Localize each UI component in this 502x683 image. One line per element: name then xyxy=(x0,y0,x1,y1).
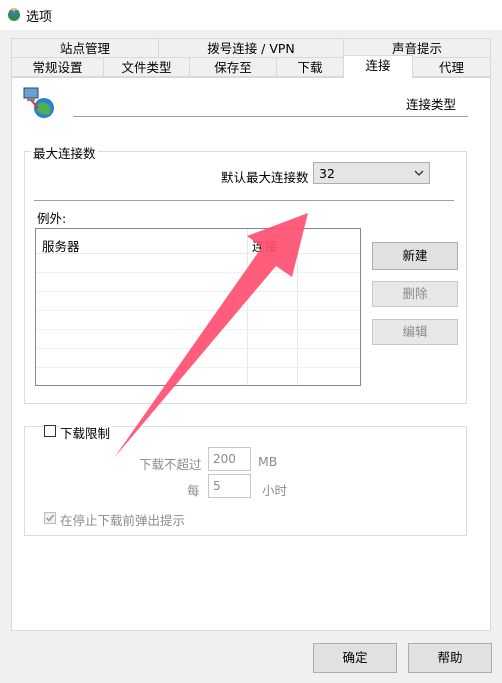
new-button[interactable]: 新建 xyxy=(372,242,458,270)
ok-button[interactable]: 确定 xyxy=(313,643,397,673)
exceptions-label: 例外: xyxy=(37,211,67,226)
edit-button[interactable]: 编辑 xyxy=(372,319,458,345)
column-server[interactable]: 服务器 xyxy=(42,236,80,255)
network-globe-icon xyxy=(23,87,54,118)
column-connections[interactable]: 连接 xyxy=(252,236,282,255)
connection-type-label: 连接类型 xyxy=(406,97,457,112)
checkmark-icon xyxy=(45,514,55,522)
tab-site-manager[interactable]: 站点管理 xyxy=(11,38,159,58)
delete-button[interactable]: 删除 xyxy=(372,281,458,307)
group-divider xyxy=(34,200,454,201)
max-connections-title: 最大连接数 xyxy=(31,143,98,162)
app-icon xyxy=(8,8,20,21)
tab-general[interactable]: 常规设置 xyxy=(11,57,104,77)
chevron-down-icon xyxy=(414,170,424,176)
header-divider xyxy=(73,116,468,117)
tab-connection[interactable]: 连接 xyxy=(343,55,413,78)
row-line xyxy=(36,272,360,273)
row-line xyxy=(36,348,360,349)
tab-file-types[interactable]: 文件类型 xyxy=(103,57,190,77)
popup-prompt-label: 在停止下载前弹出提示 xyxy=(60,513,186,528)
row-line xyxy=(36,310,360,311)
window-title: 选项 xyxy=(26,10,53,25)
limit-unit: MB xyxy=(258,454,278,469)
list-header xyxy=(36,229,360,254)
default-max-value: 32 xyxy=(319,166,335,181)
download-limit-checkbox[interactable] xyxy=(44,425,56,437)
title-bar: 选项 xyxy=(0,0,502,30)
every-unit: 小时 xyxy=(262,483,288,498)
tab-download[interactable]: 下载 xyxy=(276,57,344,77)
download-limit-label: 下载限制 xyxy=(60,423,113,442)
row-line xyxy=(36,329,360,330)
default-max-label: 默认最大连接数 xyxy=(221,170,309,185)
column-divider xyxy=(297,229,298,385)
popup-prompt-checkbox[interactable] xyxy=(44,512,56,524)
row-line xyxy=(36,291,360,292)
limit-input[interactable]: 200 xyxy=(208,447,251,471)
row-line xyxy=(36,367,360,368)
tab-proxy[interactable]: 代理 xyxy=(412,57,491,77)
column-divider xyxy=(247,229,248,385)
tab-save-to[interactable]: 保存至 xyxy=(189,57,277,77)
default-max-select[interactable]: 32 xyxy=(313,162,430,184)
help-button[interactable]: 帮助 xyxy=(408,643,492,673)
every-input[interactable]: 5 xyxy=(208,474,251,498)
every-label: 每 xyxy=(187,483,200,498)
tab-dialup-vpn[interactable]: 拨号连接 / VPN xyxy=(158,38,344,58)
exceptions-list[interactable]: 服务器 连接 xyxy=(35,228,361,386)
limit-label: 下载不超过 xyxy=(139,457,202,472)
